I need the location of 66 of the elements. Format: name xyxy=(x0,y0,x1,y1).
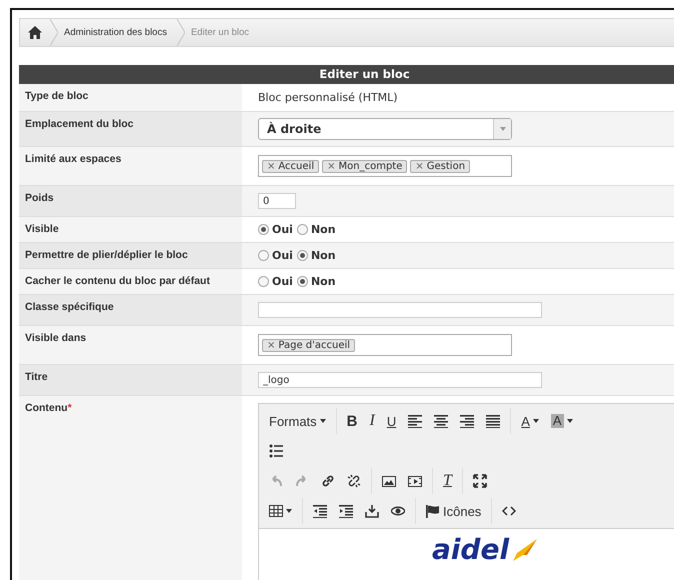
required-mark: * xyxy=(68,402,72,414)
radio-label: Non xyxy=(310,223,336,236)
field-label: Limité aux espaces xyxy=(19,147,242,185)
formats-dropdown[interactable]: Formats xyxy=(263,408,332,434)
toolbar-button[interactable]: U xyxy=(380,408,402,434)
tag-chip[interactable]: × Page d'accueil xyxy=(262,338,356,352)
radio-label: Non xyxy=(310,249,336,262)
field-label: Emplacement du bloc xyxy=(19,112,242,146)
radio-button[interactable] xyxy=(296,250,308,261)
toolbar-button[interactable]: A xyxy=(515,408,545,434)
align-center-icon xyxy=(434,414,448,428)
toolbar-button[interactable]: A xyxy=(544,408,579,434)
field-label: Visible dans xyxy=(19,326,242,364)
tag-chip[interactable]: × Accueil xyxy=(262,160,320,172)
field-value: Bloc personnalisé (HTML) xyxy=(258,91,398,104)
field-label: Type de bloc xyxy=(19,84,242,111)
radio-label: Oui xyxy=(272,275,293,288)
toolbar-button[interactable]: B xyxy=(340,408,364,434)
home-icon[interactable] xyxy=(28,26,42,39)
field-label: Contenu xyxy=(25,402,68,414)
align-left-icon xyxy=(408,414,422,428)
outdent-icon xyxy=(313,504,327,518)
radio-button[interactable] xyxy=(258,250,269,261)
radio-button[interactable] xyxy=(296,224,308,235)
link-icon xyxy=(321,474,335,488)
form-header: Editer un bloc xyxy=(19,65,674,84)
field-label: Classe spécifique xyxy=(19,295,242,325)
indent-icon xyxy=(339,504,353,518)
icons-button[interactable]: Icônes xyxy=(420,498,488,524)
toolbar-button[interactable]: I xyxy=(364,408,381,434)
align-right-icon xyxy=(460,414,474,428)
image-icon xyxy=(382,474,396,488)
breadcrumb-link[interactable]: Administration des blocs xyxy=(58,27,177,38)
logo-text: aidel xyxy=(432,535,510,565)
input-field[interactable] xyxy=(258,302,542,318)
field-label: Titre xyxy=(19,365,242,395)
field-label: Cacher le contenu du bloc par défaut xyxy=(19,269,242,294)
caret-icon xyxy=(500,127,506,131)
toolbar-button[interactable]: T xyxy=(437,468,458,494)
tag-field[interactable]: × Page d'accueil xyxy=(258,334,512,356)
radio-label: Oui xyxy=(272,223,293,236)
input-field[interactable]: _logo xyxy=(258,372,542,388)
radio-label: Non xyxy=(310,275,336,288)
table-icon xyxy=(269,504,283,518)
field-label: Poids xyxy=(19,186,242,216)
field-label: Visible xyxy=(19,217,242,242)
tag-chip[interactable]: × Mon_compte xyxy=(322,160,408,172)
tag-chip[interactable]: × Gestion xyxy=(410,160,470,172)
radio-button[interactable] xyxy=(258,276,269,287)
broken-link-icon xyxy=(347,474,361,488)
input-field[interactable]: 0 xyxy=(258,193,296,209)
tag-field[interactable]: × Accueil × Mon_compte × Gestion xyxy=(258,155,512,177)
bullet-list-icon xyxy=(269,444,283,458)
flag-icon xyxy=(426,504,440,518)
radio-label: Oui xyxy=(272,249,293,262)
field-label: Permettre de plier/déplier le bloc xyxy=(19,243,242,268)
wing-icon xyxy=(511,539,538,561)
film-icon xyxy=(408,474,422,488)
eye-icon xyxy=(391,504,405,518)
download-tray-icon xyxy=(365,504,379,518)
expand-icon xyxy=(472,474,487,488)
radio-button[interactable] xyxy=(296,276,308,287)
radio-button[interactable] xyxy=(258,224,269,235)
select-field[interactable]: À droite xyxy=(258,118,512,140)
justify-icon xyxy=(486,414,500,428)
code-icon xyxy=(502,504,516,518)
